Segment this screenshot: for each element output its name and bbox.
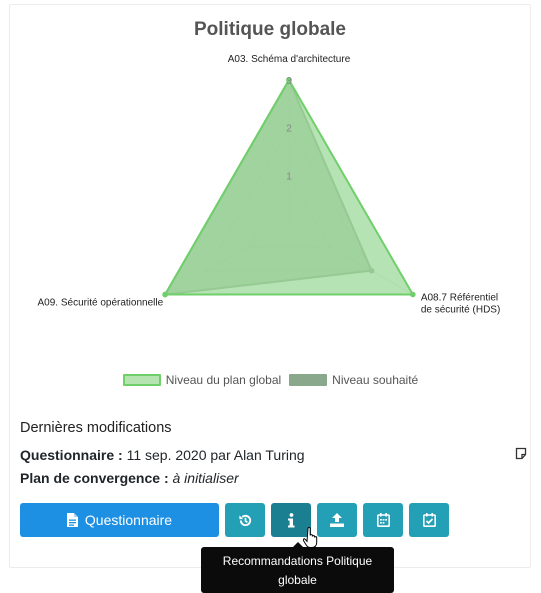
axis-label-2-line-0: A09. Sécurité opérationnelle	[38, 298, 164, 309]
hand-cursor-icon	[303, 527, 318, 548]
info-icon	[288, 512, 295, 527]
axis-label-1-line-1: de sécurité (HDS)	[421, 305, 500, 316]
plan-value: à initialiser	[172, 470, 239, 486]
action-buttons: Questionnaire	[20, 503, 449, 537]
legend-item-plan[interactable]: Niveau du plan global	[122, 373, 282, 387]
modifications-heading: Dernières modifications	[20, 420, 172, 436]
last-modifications: Dernières modifications Questionnaire : …	[20, 420, 527, 493]
history-button[interactable]	[225, 503, 265, 537]
axis-label-0: A03. Schéma d'architecture	[228, 54, 351, 65]
series-0-point-1[interactable]	[410, 291, 416, 298]
plan-row: Plan de convergence : à initialiser	[20, 470, 527, 486]
legend-swatch-souhaite	[289, 374, 328, 386]
axis-label-2: A09. Sécurité opérationnelle	[38, 298, 164, 309]
tick-label-2: 2	[286, 124, 292, 135]
axis-label-1: A08.7 Référentiel de sécurité (HDS)	[421, 293, 500, 316]
legend-label-plan: Niveau du plan global	[165, 373, 282, 387]
chart-legend: Niveau du plan global Niveau souhaité	[0, 373, 541, 387]
questionnaire-value: 11 sep. 2020 par Alan Turing	[126, 447, 305, 463]
questionnaire-button-label: Questionnaire	[84, 512, 173, 528]
recommendations-tooltip: Recommandations Politique globale	[201, 542, 394, 593]
questionnaire-label: Questionnaire :	[20, 447, 123, 463]
series-0-point-2[interactable]	[162, 291, 168, 298]
tooltip-line-1: Recommandations Politique	[222, 554, 373, 568]
history-icon	[238, 514, 251, 526]
calendar-button[interactable]	[363, 503, 403, 537]
document-icon	[66, 513, 78, 527]
calendar-check-icon	[422, 513, 436, 527]
calendar-check-button[interactable]	[409, 503, 449, 537]
radar-chart: 1 2 3 A03. Schéma d'architecture A08.7 Référ…	[38, 54, 501, 316]
tooltip-line-2: globale	[278, 573, 317, 587]
tick-label-3: 3	[286, 76, 292, 87]
axis-label-0-line-0: A03. Schéma d'architecture	[228, 54, 351, 65]
questionnaire-row: Questionnaire : 11 sep. 2020 par Alan Tu…	[20, 447, 527, 463]
calendar-icon	[376, 513, 390, 527]
legend-item-souhaite[interactable]: Niveau souhaité	[289, 373, 418, 387]
series-area-0	[164, 79, 414, 296]
upload-button[interactable]	[317, 503, 357, 537]
legend-swatch-plan	[122, 374, 161, 386]
plan-label: Plan de convergence :	[20, 470, 169, 486]
questionnaire-button[interactable]: Questionnaire	[20, 503, 219, 537]
legend-label-souhaite: Niveau souhaité	[332, 373, 419, 387]
tick-label-1: 1	[286, 171, 292, 182]
note-icon[interactable]	[515, 447, 527, 460]
axis-label-1-line-0: A08.7 Référentiel	[421, 293, 498, 304]
upload-icon	[330, 513, 344, 527]
